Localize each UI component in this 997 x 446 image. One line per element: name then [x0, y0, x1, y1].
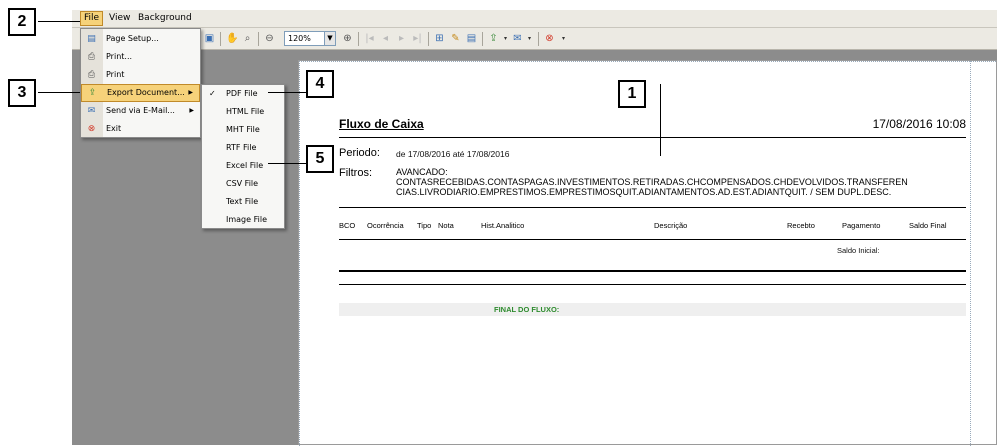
final-label: FINAL DO FLUXO: — [494, 305, 560, 314]
menubar: File View Background — [72, 10, 997, 28]
page-setup-icon: ▤ — [87, 34, 96, 44]
export-excel[interactable]: Excel File — [202, 157, 284, 175]
final-row — [339, 303, 966, 316]
next-page-icon[interactable]: ▸ — [396, 33, 407, 44]
zoom-tool-icon[interactable]: ⌕ — [242, 33, 253, 44]
filtros-label: Filtros: — [339, 167, 372, 179]
menu-background[interactable]: Background — [138, 13, 192, 23]
column-header: Ocorrência — [367, 221, 404, 230]
save-icon[interactable]: ▣ — [204, 33, 215, 44]
export-pdf[interactable]: ✓ PDF File — [202, 85, 284, 103]
filtros-value: AVANCADO: CONTASRECEBIDAS.CONTASPAGAS.IN… — [396, 167, 908, 197]
hand-tool-icon[interactable]: ✋ — [226, 33, 238, 44]
export-html[interactable]: HTML File — [202, 103, 284, 121]
chevron-right-icon: ▶ — [189, 107, 194, 114]
file-menu: ▤ Page Setup... ⎙ Print... ⎙ Print ⇪ Exp… — [80, 28, 201, 138]
chevron-down-icon[interactable]: ▾ — [524, 33, 535, 44]
menu-file[interactable]: File — [80, 11, 104, 26]
last-page-icon[interactable]: ▸| — [412, 33, 423, 44]
periodo-value: de 17/08/2016 até 17/08/2016 — [396, 149, 510, 159]
export-image[interactable]: Image File — [202, 211, 284, 229]
column-header: Pagamento — [842, 221, 881, 230]
check-icon: ✓ — [209, 89, 216, 98]
export-text[interactable]: Text File — [202, 193, 284, 211]
column-header: Saldo Final — [909, 221, 947, 230]
column-header: Tipo — [417, 221, 432, 230]
column-header: Nota — [438, 221, 454, 230]
menu-item-page-setup[interactable]: ▤ Page Setup... — [81, 30, 200, 48]
callout-4: 4 — [306, 70, 334, 98]
column-header: Descrição — [654, 221, 688, 230]
callout-5: 5 — [306, 145, 334, 173]
zoom-select[interactable]: 120% ▼ — [284, 31, 336, 46]
chevron-right-icon: ▶ — [188, 89, 193, 96]
menu-item-exit[interactable]: ⊗ Exit — [81, 120, 200, 138]
menu-view[interactable]: View — [109, 13, 130, 23]
menu-item-print-dialog[interactable]: ⎙ Print... — [81, 48, 200, 66]
column-header: Hist.Analitico — [481, 221, 525, 230]
chevron-down-icon[interactable]: ▾ — [558, 33, 569, 44]
export-icon: ⇪ — [88, 88, 97, 98]
report-page: Fluxo de Caixa 17/08/2016 10:08 Periodo:… — [298, 60, 997, 446]
watermark-icon[interactable]: ▤ — [466, 33, 477, 44]
zoom-in-icon[interactable]: ⊕ — [342, 33, 353, 44]
menu-item-print[interactable]: ⎙ Print — [81, 66, 200, 84]
zoom-out-icon[interactable]: ⊖ — [264, 33, 275, 44]
menu-item-email[interactable]: ✉ Send via E-Mail... ▶ — [81, 102, 200, 120]
multipage-icon[interactable]: ⊞ — [434, 33, 445, 44]
callout-1: 1 — [618, 80, 646, 108]
chevron-down-icon[interactable]: ▼ — [324, 32, 335, 45]
print-dialog-icon: ⎙ — [87, 52, 96, 62]
zoom-value: 120% — [288, 34, 311, 43]
email-icon: ✉ — [87, 106, 96, 116]
export-icon[interactable]: ⇪ — [488, 33, 499, 44]
saldo-inicial-label: Saldo Inicial: — [837, 246, 880, 255]
export-rtf[interactable]: RTF File — [202, 139, 284, 157]
column-header: BCO — [339, 221, 356, 230]
report-datetime: 17/08/2016 10:08 — [872, 117, 966, 131]
chevron-down-icon[interactable]: ▾ — [500, 33, 511, 44]
email-icon[interactable]: ✉ — [512, 33, 523, 44]
callout-2: 2 — [8, 8, 36, 36]
exit-icon: ⊗ — [87, 124, 96, 134]
menu-item-export[interactable]: ⇪ Export Document... ▶ — [81, 84, 200, 102]
close-icon[interactable]: ⊗ — [544, 33, 555, 44]
callout-3: 3 — [8, 79, 36, 107]
toolbar: ▣ ✋ ⌕ ⊖ 120% ▼ ⊕ |◂ ◂ ▸ ▸| ⊞ ✎ ▤ ⇪ ▾ ✉ ▾… — [72, 28, 997, 50]
periodo-label: Periodo: — [339, 147, 380, 159]
export-submenu: ✓ PDF File HTML File MHT File RTF File E… — [201, 84, 285, 229]
report-title: Fluxo de Caixa — [339, 117, 424, 131]
column-header: Recebto — [787, 221, 815, 230]
prev-page-icon[interactable]: ◂ — [380, 33, 391, 44]
first-page-icon[interactable]: |◂ — [364, 33, 375, 44]
export-mht[interactable]: MHT File — [202, 121, 284, 139]
printer-icon: ⎙ — [87, 70, 96, 80]
color-icon[interactable]: ✎ — [450, 33, 461, 44]
export-csv[interactable]: CSV File — [202, 175, 284, 193]
